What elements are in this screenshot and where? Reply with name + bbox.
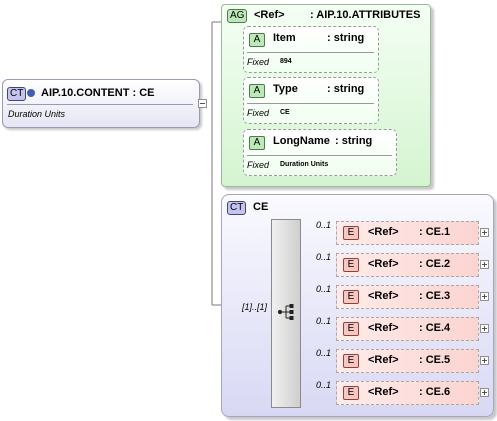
root-title: AIP.10.CONTENT : CE xyxy=(41,87,155,99)
element-ce-6[interactable]: E <Ref> : CE.6 xyxy=(336,381,479,405)
attribute-group-name: : AIP.10.ATTRIBUTES xyxy=(310,9,421,21)
attribute-type-label: : string xyxy=(327,83,365,95)
element-icon: E xyxy=(343,226,359,240)
element-name: : CE.3 xyxy=(419,290,451,302)
sequence-occurrence: [1]..[1] xyxy=(242,302,268,312)
divider xyxy=(247,155,392,156)
attribute-type: : string xyxy=(327,32,365,44)
root-description: Duration Units xyxy=(8,109,66,119)
element-ref: <Ref> xyxy=(368,354,399,366)
sequence-compositor[interactable] xyxy=(271,219,301,408)
element-ref: <Ref> xyxy=(368,322,399,334)
attribute-icon: A xyxy=(249,136,265,150)
element-ref: <Ref> xyxy=(368,290,399,302)
divider xyxy=(247,52,374,53)
attribute-type-label: : string xyxy=(335,135,373,147)
element-occurrence: 0..1 xyxy=(316,220,332,230)
element-icon: E xyxy=(343,258,359,272)
element-ce-2[interactable]: E <Ref> : CE.2 xyxy=(336,253,479,277)
complex-type-icon: CT xyxy=(7,87,27,101)
sequence-icon xyxy=(277,304,294,320)
element-name: : CE.4 xyxy=(419,322,451,334)
element-name: : CE.5 xyxy=(419,354,451,366)
fixed-value: Duration Units xyxy=(280,161,329,168)
element-occurrence: 0..1 xyxy=(316,252,332,262)
element-name: : CE.6 xyxy=(419,386,451,398)
element-icon: E xyxy=(343,354,359,368)
expand-toggle[interactable] xyxy=(480,356,489,365)
element-ce-4[interactable]: E <Ref> : CE.4 xyxy=(336,317,479,341)
expand-icon xyxy=(27,89,35,97)
element-occurrence: 0..1 xyxy=(316,284,332,294)
attribute-type[interactable]: A Type : string Fixed CE xyxy=(243,77,379,124)
attribute-group-box[interactable]: AG <Ref> : AIP.10.ATTRIBUTES A Item : st… xyxy=(221,4,431,187)
element-occurrence: 0..1 xyxy=(316,348,332,358)
attribute-item[interactable]: A Item : string Fixed 894 xyxy=(243,26,379,73)
element-occurrence: 0..1 xyxy=(316,380,332,390)
element-icon: E xyxy=(343,322,359,336)
fixed-value: CE xyxy=(280,109,290,116)
attribute-icon: A xyxy=(249,33,265,47)
attribute-longname[interactable]: A LongName : string Fixed Duration Units xyxy=(243,129,397,176)
element-ref: <Ref> xyxy=(368,226,399,238)
attribute-name: LongName xyxy=(273,135,330,147)
divider xyxy=(7,104,193,105)
root-element-box[interactable]: CT AIP.10.CONTENT : CE Duration Units xyxy=(2,79,200,128)
attribute-icon: A xyxy=(249,84,265,98)
fixed-label: Fixed xyxy=(247,108,270,118)
element-ref: <Ref> xyxy=(368,258,399,270)
complex-type-name: CE xyxy=(253,201,269,213)
expand-toggle[interactable] xyxy=(480,292,489,301)
element-icon: E xyxy=(343,290,359,304)
fixed-label: Fixed xyxy=(247,160,270,170)
element-name: : CE.2 xyxy=(419,258,451,270)
expand-toggle[interactable] xyxy=(480,388,489,397)
attribute-name: Item xyxy=(273,32,296,44)
element-ce-5[interactable]: E <Ref> : CE.5 xyxy=(336,349,479,373)
fixed-label: Fixed xyxy=(247,57,270,67)
fixed-value: 894 xyxy=(280,58,292,65)
divider xyxy=(247,103,374,104)
expand-toggle[interactable] xyxy=(480,324,489,333)
collapse-toggle[interactable] xyxy=(198,99,207,108)
element-occurrence: 0..1 xyxy=(316,316,332,326)
attribute-name: Type xyxy=(273,83,298,95)
complex-type-icon: CT xyxy=(227,201,247,215)
element-ref: <Ref> xyxy=(368,386,399,398)
element-icon: E xyxy=(343,386,359,400)
expand-toggle[interactable] xyxy=(480,228,489,237)
element-ce-1[interactable]: E <Ref> : CE.1 xyxy=(336,221,479,245)
attribute-group-icon: AG xyxy=(227,9,248,23)
expand-toggle[interactable] xyxy=(480,260,489,269)
element-ce-3[interactable]: E <Ref> : CE.3 xyxy=(336,285,479,309)
element-name: : CE.1 xyxy=(419,226,451,238)
attribute-group-ref: <Ref> xyxy=(254,9,285,21)
